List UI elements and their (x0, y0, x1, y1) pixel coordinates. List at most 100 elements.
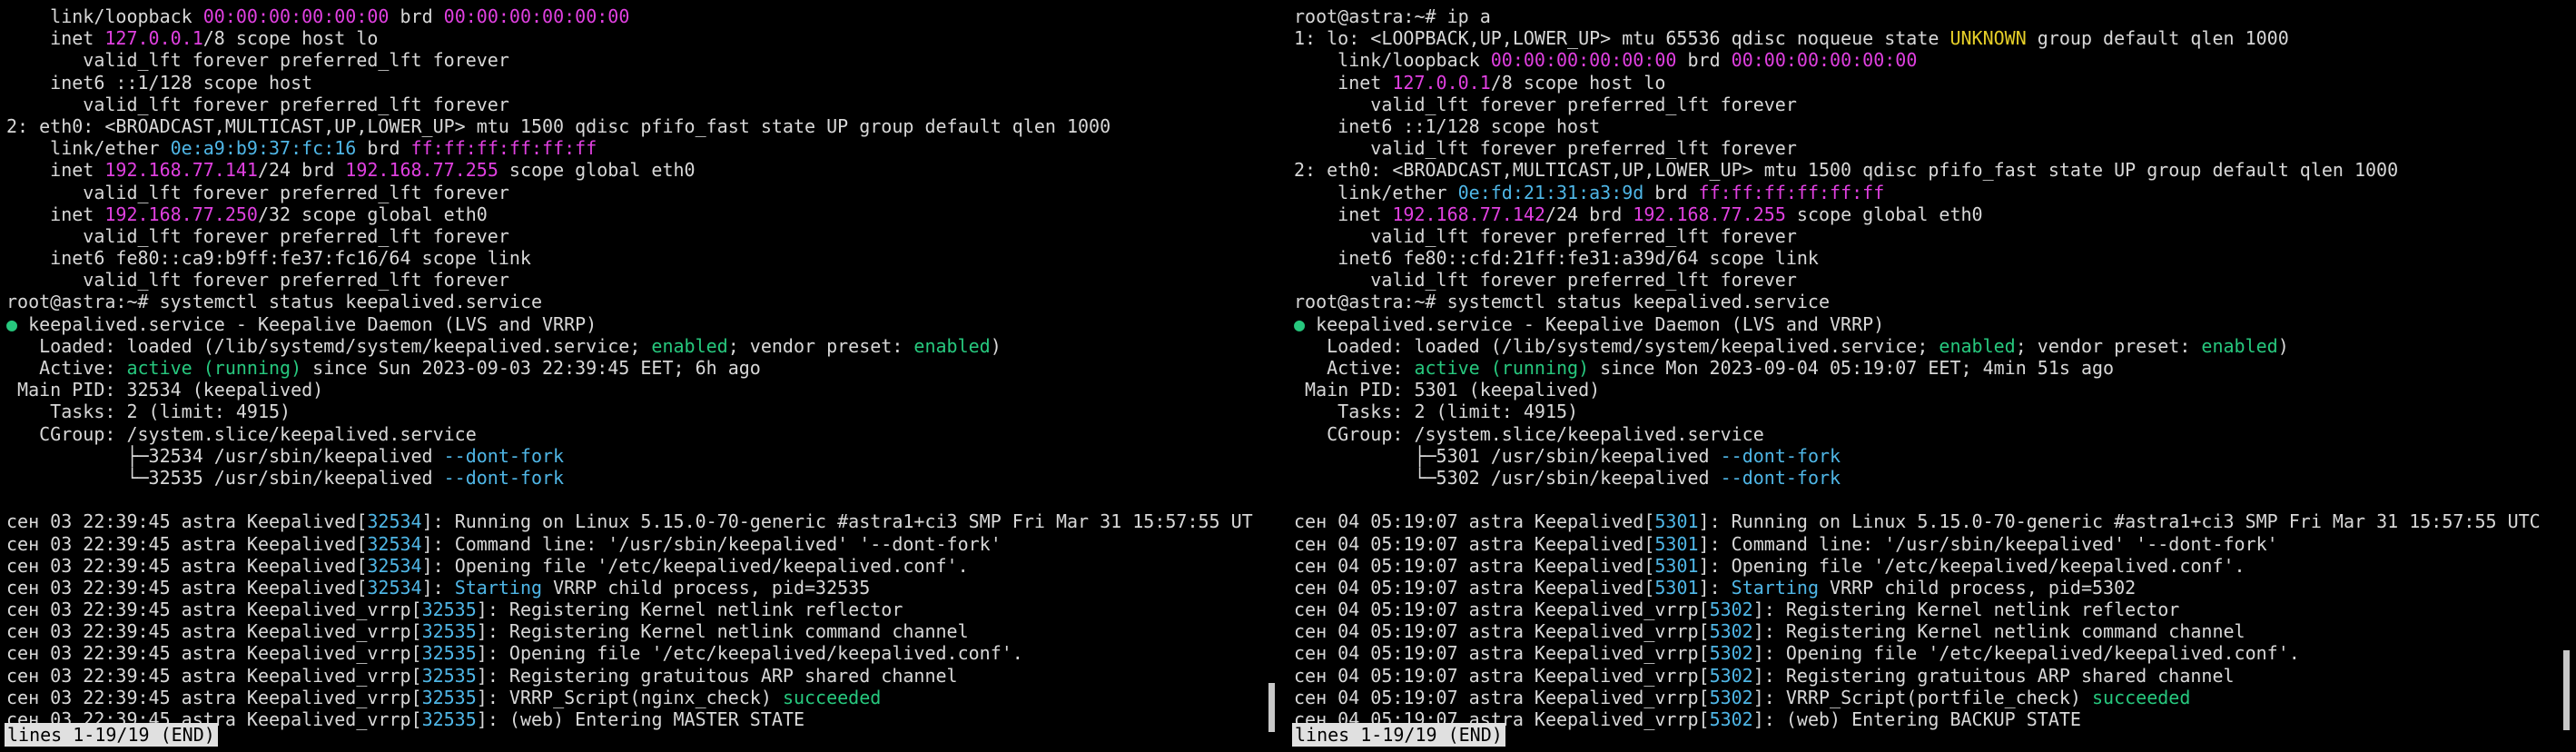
terminal-text: ) (990, 334, 1002, 357)
pane-divider[interactable] (1268, 0, 1286, 752)
terminal-text: valid_lft forever preferred_lft forever (6, 181, 509, 203)
terminal-text: Starting (1731, 576, 1819, 599)
terminal-line: сен 03 22:39:45 astra Keepalived_vrrp[32… (6, 599, 1266, 620)
terminal-line: 2: eth0: <BROADCAST,MULTICAST,UP,LOWER_U… (6, 115, 1266, 137)
terminal-text: ]: Registering Kernel netlink command ch… (1752, 620, 2245, 643)
terminal-text: since Sun 2023-09-03 22:39:45 EET; 6h ag… (301, 357, 761, 379)
terminal-text: --dont-fork (443, 466, 565, 489)
terminal-line: ● keepalived.service - Keepalive Daemon … (1294, 313, 2576, 335)
pager-status-left: lines 1-19/19 (END) (5, 723, 218, 747)
terminal-text: сен 04 05:19:07 astra Keepalived[ (1294, 532, 1655, 555)
terminal-line: valid_lft forever preferred_lft forever (1294, 94, 2576, 115)
terminal-text: ]: (web) Entering BACKUP STATE (1752, 708, 2081, 730)
terminal-text: link/ether (1294, 181, 1458, 203)
terminal-text: 00:00:00:00:00:00 (1490, 49, 1677, 72)
terminal-text: scope global eth0 (1785, 203, 1983, 225)
terminal-text: valid_lft forever preferred_lft forever (1294, 137, 1797, 160)
terminal-line: Main PID: 5301 (keepalived) (1294, 379, 2576, 401)
terminal-text: enabled (1939, 334, 2016, 357)
terminal-text: ]: Registering gratuitous ARP shared cha… (476, 664, 958, 687)
terminal-text: ]: Registering gratuitous ARP shared cha… (1752, 664, 2235, 687)
terminal-text: сен 04 05:19:07 astra Keepalived[ (1294, 576, 1655, 599)
terminal-text: 5302 (1709, 686, 1753, 708)
terminal-text: valid_lft forever preferred_lft forever (1294, 93, 1797, 115)
terminal-line: link/ether 0e:fd:21:31:a3:9d brd ff:ff:f… (1294, 182, 2576, 203)
terminal-line: root@astra:~# systemctl status keepalive… (6, 291, 1266, 312)
terminal-text: 00:00:00:00:00:00 (1731, 49, 1918, 72)
terminal-text: ]: Registering Kernel netlink reflector (1752, 599, 2180, 621)
scrollbar-left[interactable] (1268, 683, 1275, 732)
terminal-text: keepalived.service - Keepalive Daemon (L… (1305, 312, 1885, 335)
terminal-text: └─5302 /usr/sbin/keepalived (1294, 466, 1721, 489)
terminal-text: 0e:fd:21:31:a3:9d (1457, 181, 1644, 203)
terminal-text: 127.0.0.1 (1392, 71, 1491, 94)
terminal-text: 2: eth0: <BROADCAST,MULTICAST,UP,LOWER_U… (6, 114, 1111, 137)
terminal-text: ]: Command line: '/usr/sbin/keepalived' … (1698, 532, 2278, 555)
terminal-text: ]: Running on Linux 5.15.0-70-generic #a… (1698, 510, 2541, 533)
terminal-text: сен 03 22:39:45 astra Keepalived_vrrp[ (6, 599, 422, 621)
terminal-text: inet (1294, 203, 1393, 225)
terminal-text: inet (6, 203, 105, 225)
terminal-line: └─5302 /usr/sbin/keepalived --dont-fork (1294, 467, 2576, 489)
terminal-line: сен 04 05:19:07 astra Keepalived_vrrp[53… (1294, 687, 2576, 708)
terminal-pane-left[interactable]: link/loopback 00:00:00:00:00:00 brd 00:0… (0, 0, 1266, 752)
terminal-text: 127.0.0.1 (104, 27, 203, 50)
terminal-text: /24 brd (1545, 203, 1633, 225)
terminal-text: сен 03 22:39:45 astra Keepalived[ (6, 576, 368, 599)
terminal-screen: link/loopback 00:00:00:00:00:00 brd 00:0… (0, 0, 2576, 752)
terminal-text: сен 04 05:19:07 astra Keepalived_vrrp[ (1294, 620, 1710, 643)
terminal-text: link/loopback (1294, 49, 1491, 72)
terminal-text: ; vendor preset: (2015, 334, 2202, 357)
terminal-line: inet 192.168.77.142/24 brd 192.168.77.25… (1294, 203, 2576, 225)
terminal-text: ]: Opening file '/etc/keepalived/keepali… (476, 642, 1023, 665)
terminal-text: /8 scope host lo (202, 27, 379, 50)
terminal-text: Active: (1294, 357, 1415, 379)
terminal-text: 32535 (421, 620, 477, 643)
terminal-text: сен 03 22:39:45 astra Keepalived_vrrp[ (6, 664, 422, 687)
terminal-line: valid_lft forever preferred_lft forever (6, 182, 1266, 203)
terminal-text: Tasks: 2 (limit: 4915) (6, 401, 291, 423)
terminal-line: сен 03 22:39:45 astra Keepalived_vrrp[32… (6, 620, 1266, 642)
terminal-text: succeeded (782, 686, 882, 708)
terminal-text: Active: (6, 357, 127, 379)
terminal-text: 32534 (367, 554, 422, 577)
terminal-text: 192.168.77.141 (104, 159, 258, 182)
terminal-line: inet6 ::1/128 scope host (1294, 115, 2576, 137)
terminal-line: сен 03 22:39:45 astra Keepalived[32534]:… (6, 510, 1266, 532)
terminal-text: Starting (454, 576, 543, 599)
terminal-text: сен 04 05:19:07 astra Keepalived_vrrp[ (1294, 664, 1710, 687)
scrollbar-right[interactable] (2563, 650, 2570, 730)
terminal-output-right: root@astra:~# ip a 1: lo: <LOOPBACK,UP,LO… (1294, 5, 2576, 730)
terminal-text: inet6 ::1/128 scope host (1294, 114, 1601, 137)
terminal-line: inet 127.0.0.1/8 scope host lo (6, 27, 1266, 49)
terminal-text: --dont-fork (1720, 444, 1841, 467)
terminal-text: ; vendor preset: (727, 334, 914, 357)
terminal-pane-right[interactable]: root@astra:~# ip a 1: lo: <LOOPBACK,UP,LO… (1288, 0, 2576, 752)
terminal-text: brd (1676, 49, 1732, 72)
terminal-text: valid_lft forever preferred_lft forever (6, 49, 509, 72)
terminal-text: valid_lft forever preferred_lft forever (6, 93, 509, 115)
terminal-line: link/ether 0e:a9:b9:37:fc:16 brd ff:ff:f… (6, 137, 1266, 159)
terminal-text: 5302 (1709, 599, 1753, 621)
terminal-line: Tasks: 2 (limit: 4915) (6, 401, 1266, 422)
terminal-text: ]: Opening file '/etc/keepalived/keepali… (421, 554, 969, 577)
terminal-text: VRRP child process, pid=32535 (542, 576, 871, 599)
terminal-text: active (running) (126, 357, 302, 379)
terminal-text: Main PID: 32534 (keepalived) (6, 379, 324, 401)
terminal-text: enabled (2201, 334, 2278, 357)
terminal-text: 32534 (367, 576, 422, 599)
terminal-text: ]: Command line: '/usr/sbin/keepalived' … (421, 532, 1002, 555)
terminal-text: 5301 (1654, 554, 1699, 577)
terminal-text: ]: Registering Kernel netlink command ch… (476, 620, 969, 643)
terminal-text: ) (2277, 334, 2289, 357)
terminal-text: 0e:a9:b9:37:fc:16 (170, 137, 357, 160)
terminal-text: inet (1294, 71, 1393, 94)
terminal-line: Active: active (running) since Sun 2023-… (6, 357, 1266, 379)
terminal-text: 5302 (1709, 642, 1753, 665)
terminal-line: сен 03 22:39:45 astra Keepalived[32534]:… (6, 555, 1266, 577)
terminal-line: сен 04 05:19:07 astra Keepalived_vrrp[53… (1294, 620, 2576, 642)
terminal-text: ]: VRRP_Script(nginx_check) (476, 686, 783, 708)
terminal-output-left: link/loopback 00:00:00:00:00:00 brd 00:0… (6, 5, 1266, 730)
terminal-text: brd (356, 137, 411, 160)
